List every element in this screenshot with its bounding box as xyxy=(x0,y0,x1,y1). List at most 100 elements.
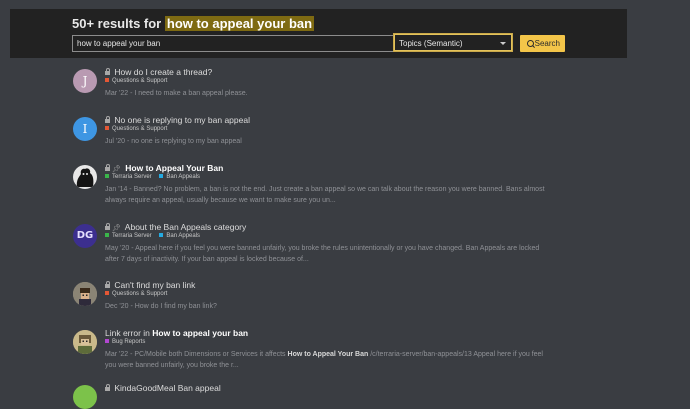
result-categories: Bug Reports xyxy=(105,339,151,345)
result-blurb-text: - Banned? No problem, a ban is not the e… xyxy=(127,186,545,193)
category-color-square xyxy=(159,233,164,237)
result-title[interactable]: How do I create a thread? xyxy=(105,67,212,77)
avatar-letter: J xyxy=(82,74,88,88)
result-title[interactable]: KindaGoodMeal Ban appeal xyxy=(105,383,221,393)
lock-icon xyxy=(105,68,110,75)
chevron-down-icon xyxy=(500,42,506,45)
result-title-text[interactable]: How do I create a thread? xyxy=(114,67,212,77)
result-categories: Questions & Support xyxy=(105,78,173,84)
result-blurb-highlight: How to Appeal Your Ban xyxy=(287,351,369,358)
result-title[interactable]: No one is replying to my ban appeal xyxy=(105,115,250,125)
avatar[interactable]: I xyxy=(73,117,97,141)
result-title[interactable]: 📌︎ How to Appeal Your Ban xyxy=(105,163,223,173)
pin-icon: 📌︎ xyxy=(112,166,121,173)
result-blurb: Mar '22 - PC/Mobile both Dimensions or S… xyxy=(105,350,567,371)
category-label: Questions & Support xyxy=(112,126,168,132)
result-title[interactable]: 📌︎ About the Ban Appeals category xyxy=(105,222,246,232)
result-title-text[interactable]: Link error in xyxy=(105,328,152,338)
result-date: May '20 xyxy=(105,245,130,252)
search-type-select[interactable]: Topics (Semantic) xyxy=(394,34,512,51)
result-title-text[interactable]: KindaGoodMeal Ban appeal xyxy=(114,383,220,393)
result-blurb: May '20 - Appeal here if you feel you we… xyxy=(105,244,567,265)
result-blurb: Dec '20 - How do I find my ban link? xyxy=(105,302,567,313)
result-title-text[interactable]: No one is replying to my ban appeal xyxy=(114,115,250,125)
results-query-highlight: how to appeal your ban xyxy=(164,16,315,31)
category-color-square xyxy=(105,174,109,178)
result-title-text[interactable]: How to Appeal Your Ban xyxy=(125,163,223,173)
result-categories: Questions & Support xyxy=(105,126,173,132)
avatar[interactable]: J xyxy=(73,69,97,93)
creature-avatar-icon xyxy=(76,168,94,187)
lock-icon xyxy=(105,223,110,230)
category-color-square xyxy=(105,233,109,237)
results-title: 50+ results for how to appeal your ban xyxy=(72,16,315,31)
search-button[interactable]: Search xyxy=(520,35,565,52)
category-badge[interactable]: Bug Reports xyxy=(105,339,145,345)
lock-icon xyxy=(105,164,110,171)
category-badge[interactable]: Questions & Support xyxy=(105,291,167,297)
category-color-square xyxy=(105,126,109,130)
result-date: Jan '14 xyxy=(105,186,128,193)
category-color-square xyxy=(159,174,164,178)
lock-icon xyxy=(105,281,110,288)
avatar[interactable] xyxy=(73,165,97,189)
result-blurb: Jan '14 - Banned? No problem, a ban is n… xyxy=(105,185,567,206)
result-title-highlight[interactable]: How to appeal your ban xyxy=(152,328,248,338)
result-date: Jul '20 xyxy=(105,138,126,145)
avatar[interactable] xyxy=(73,282,97,306)
category-color-square xyxy=(105,291,109,295)
character-avatar-icon xyxy=(73,282,97,306)
search-type-value: Topics (Semantic) xyxy=(399,39,463,48)
result-date: Mar '22 xyxy=(105,351,129,358)
result-blurb-text: - How do I find my ban link? xyxy=(128,303,217,310)
avatar[interactable] xyxy=(73,385,97,409)
result-blurb-text: - no one is replying to my ban appeal xyxy=(125,138,242,145)
avatar[interactable] xyxy=(73,330,97,354)
search-button-label: Search xyxy=(534,39,560,48)
category-badge[interactable]: Ban Appeals xyxy=(159,233,200,239)
category-color-square xyxy=(105,339,109,343)
result-blurb-text: always require an appeal, usually becaus… xyxy=(105,196,336,204)
result-title-text[interactable]: About the Ban Appeals category xyxy=(125,222,246,232)
lock-icon xyxy=(105,116,110,123)
category-badge[interactable]: Questions & Support xyxy=(105,78,167,84)
search-input[interactable] xyxy=(72,35,394,52)
result-categories: Terraria Server Ban Appeals xyxy=(105,233,206,239)
result-blurb: Mar '22 - I need to make a ban appeal pl… xyxy=(105,89,567,100)
result-title[interactable]: Can't find my ban link xyxy=(105,280,195,290)
result-blurb: Jul '20 - no one is replying to my ban a… xyxy=(105,137,567,148)
result-categories: Questions & Support xyxy=(105,291,173,297)
avatar[interactable]: DG xyxy=(73,224,97,248)
category-label: Questions & Support xyxy=(112,78,168,84)
result-title[interactable]: Link error in How to appeal your ban xyxy=(105,328,248,338)
category-badge[interactable]: Questions & Support xyxy=(105,126,167,132)
category-label: Ban Appeals xyxy=(166,233,201,239)
result-blurb-text: after 7 days of inactivity. If your ban … xyxy=(105,255,309,263)
result-blurb-text: /c/terraria-server/ban-appeals/13 Appeal… xyxy=(368,351,543,358)
category-badge[interactable]: Ban Appeals xyxy=(159,174,200,180)
category-label: Terraria Server xyxy=(112,174,152,180)
result-blurb-text: you were banned unfairly, you broke the … xyxy=(105,361,239,369)
category-label: Bug Reports xyxy=(112,339,146,345)
character-avatar-icon xyxy=(73,330,97,354)
results-count-label: 50+ results for xyxy=(72,16,162,31)
category-label: Terraria Server xyxy=(112,233,152,239)
category-badge[interactable]: Terraria Server xyxy=(105,233,152,239)
result-date: Dec '20 xyxy=(105,303,129,310)
search-header: 50+ results for how to appeal your ban T… xyxy=(10,9,627,58)
category-label: Questions & Support xyxy=(112,291,168,297)
result-title-text[interactable]: Can't find my ban link xyxy=(114,280,195,290)
result-blurb-text: - I need to make a ban appeal please. xyxy=(128,90,248,97)
result-blurb-text: - Appeal here if you feel you were banne… xyxy=(129,245,540,252)
category-badge[interactable]: Terraria Server xyxy=(105,174,152,180)
result-date: Mar '22 xyxy=(105,90,129,97)
category-label: Ban Appeals xyxy=(166,174,201,180)
avatar-letter: I xyxy=(82,122,88,136)
search-icon xyxy=(527,40,534,47)
result-blurb-text: - PC/Mobile both Dimensions or Services … xyxy=(128,351,288,358)
result-categories: Terraria Server Ban Appeals xyxy=(105,174,206,180)
pin-icon: 📌︎ xyxy=(112,225,121,232)
category-color-square xyxy=(105,78,109,82)
avatar-letters: DG xyxy=(76,230,94,241)
lock-icon xyxy=(105,384,110,391)
